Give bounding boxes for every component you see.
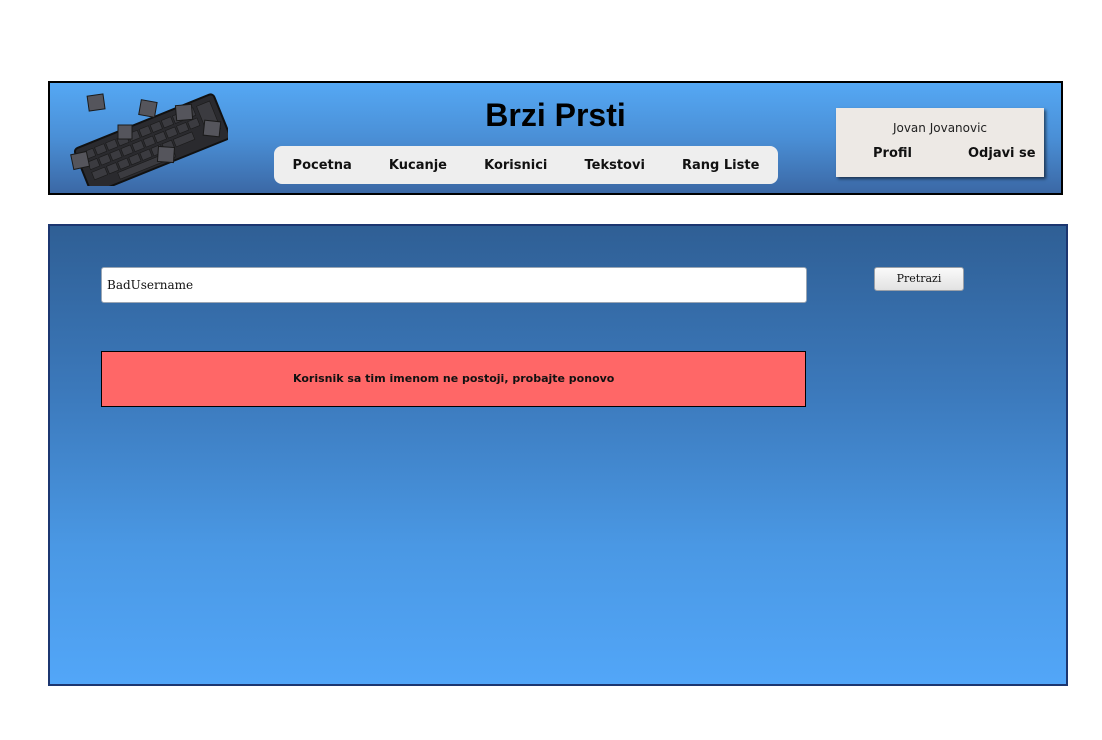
- user-panel: Jovan Jovanovic Profil Odjavi se: [836, 108, 1044, 177]
- nav-item-kucanje[interactable]: Kucanje: [389, 158, 447, 173]
- nav-item-korisnici[interactable]: Korisnici: [484, 158, 547, 173]
- nav-item-rang-liste[interactable]: Rang Liste: [682, 158, 759, 173]
- error-message-box: Korisnik sa tim imenom ne postoji, proba…: [101, 351, 806, 407]
- main-nav: Pocetna Kucanje Korisnici Tekstovi Rang …: [274, 146, 778, 184]
- nav-item-tekstovi[interactable]: Tekstovi: [584, 158, 644, 173]
- site-header: Brzi Prsti Pocetna Kucanje Korisnici Tek…: [48, 81, 1063, 195]
- profile-link[interactable]: Profil: [873, 146, 912, 161]
- main-content: Pretrazi Korisnik sa tim imenom ne posto…: [48, 224, 1068, 686]
- logout-link[interactable]: Odjavi se: [968, 146, 1036, 161]
- search-button[interactable]: Pretrazi: [874, 267, 964, 291]
- user-name: Jovan Jovanovic: [892, 121, 988, 135]
- error-message: Korisnik sa tim imenom ne postoji, proba…: [293, 372, 615, 385]
- nav-item-pocetna[interactable]: Pocetna: [293, 158, 352, 173]
- search-input[interactable]: [101, 267, 807, 303]
